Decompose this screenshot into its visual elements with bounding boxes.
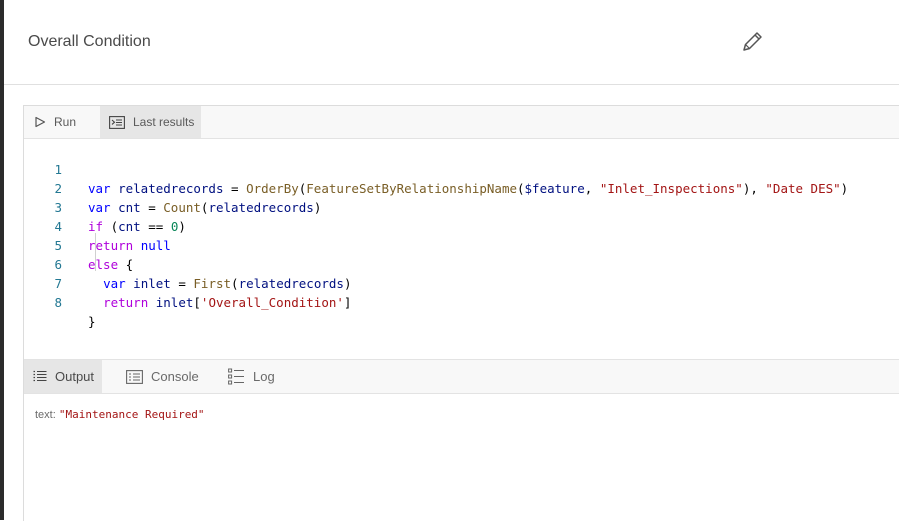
output-tabs: Output Console Log <box>24 359 899 394</box>
code-editor[interactable]: 1 var relatedrecords = OrderBy(FeatureSe… <box>24 139 899 359</box>
pencil-icon[interactable] <box>738 28 766 56</box>
code-line: 3 if (cnt == 0) <box>24 179 185 234</box>
console-icon <box>126 369 143 384</box>
tab-console[interactable]: Console <box>126 360 199 393</box>
arcade-editor: Run Last results 1 var relatedrecords = … <box>23 105 899 521</box>
last-results-label: Last results <box>133 115 195 129</box>
output-value: "Maintenance Required" <box>58 408 205 421</box>
output-key: text: <box>35 409 56 421</box>
page-title: Overall Condition <box>28 33 151 50</box>
tab-log-label: Log <box>253 369 275 384</box>
panel-header: Overall Condition <box>4 0 899 85</box>
tab-output[interactable]: Output <box>24 360 102 393</box>
editor-toolbar: Run Last results <box>24 106 899 139</box>
code-line: 6 var inlet = First(relatedrecords) <box>24 236 351 291</box>
line-number: 8 <box>54 295 62 310</box>
run-label: Run <box>54 115 77 129</box>
code-line: 1 var relatedrecords = OrderBy(FeatureSe… <box>24 141 848 196</box>
tab-console-label: Console <box>151 369 199 384</box>
log-icon <box>228 368 244 385</box>
code-line: 4 return null <box>24 198 170 253</box>
output-result: text: "Maintenance Required" <box>35 408 205 421</box>
play-icon <box>35 116 46 128</box>
last-results-button[interactable]: Last results <box>100 106 201 138</box>
code-line: 5 else { <box>24 217 133 272</box>
run-button[interactable]: Run <box>24 106 100 138</box>
code-line: 7 return inlet['Overall_Condition'] <box>24 255 351 310</box>
indent-guide <box>95 233 96 271</box>
code-line: 8 } <box>24 274 95 329</box>
results-icon <box>109 115 125 129</box>
list-icon <box>33 370 47 382</box>
tab-output-label: Output <box>55 369 95 384</box>
tab-log[interactable]: Log <box>228 360 275 393</box>
code-line: 2 var cnt = Count(relatedrecords) <box>24 160 321 215</box>
